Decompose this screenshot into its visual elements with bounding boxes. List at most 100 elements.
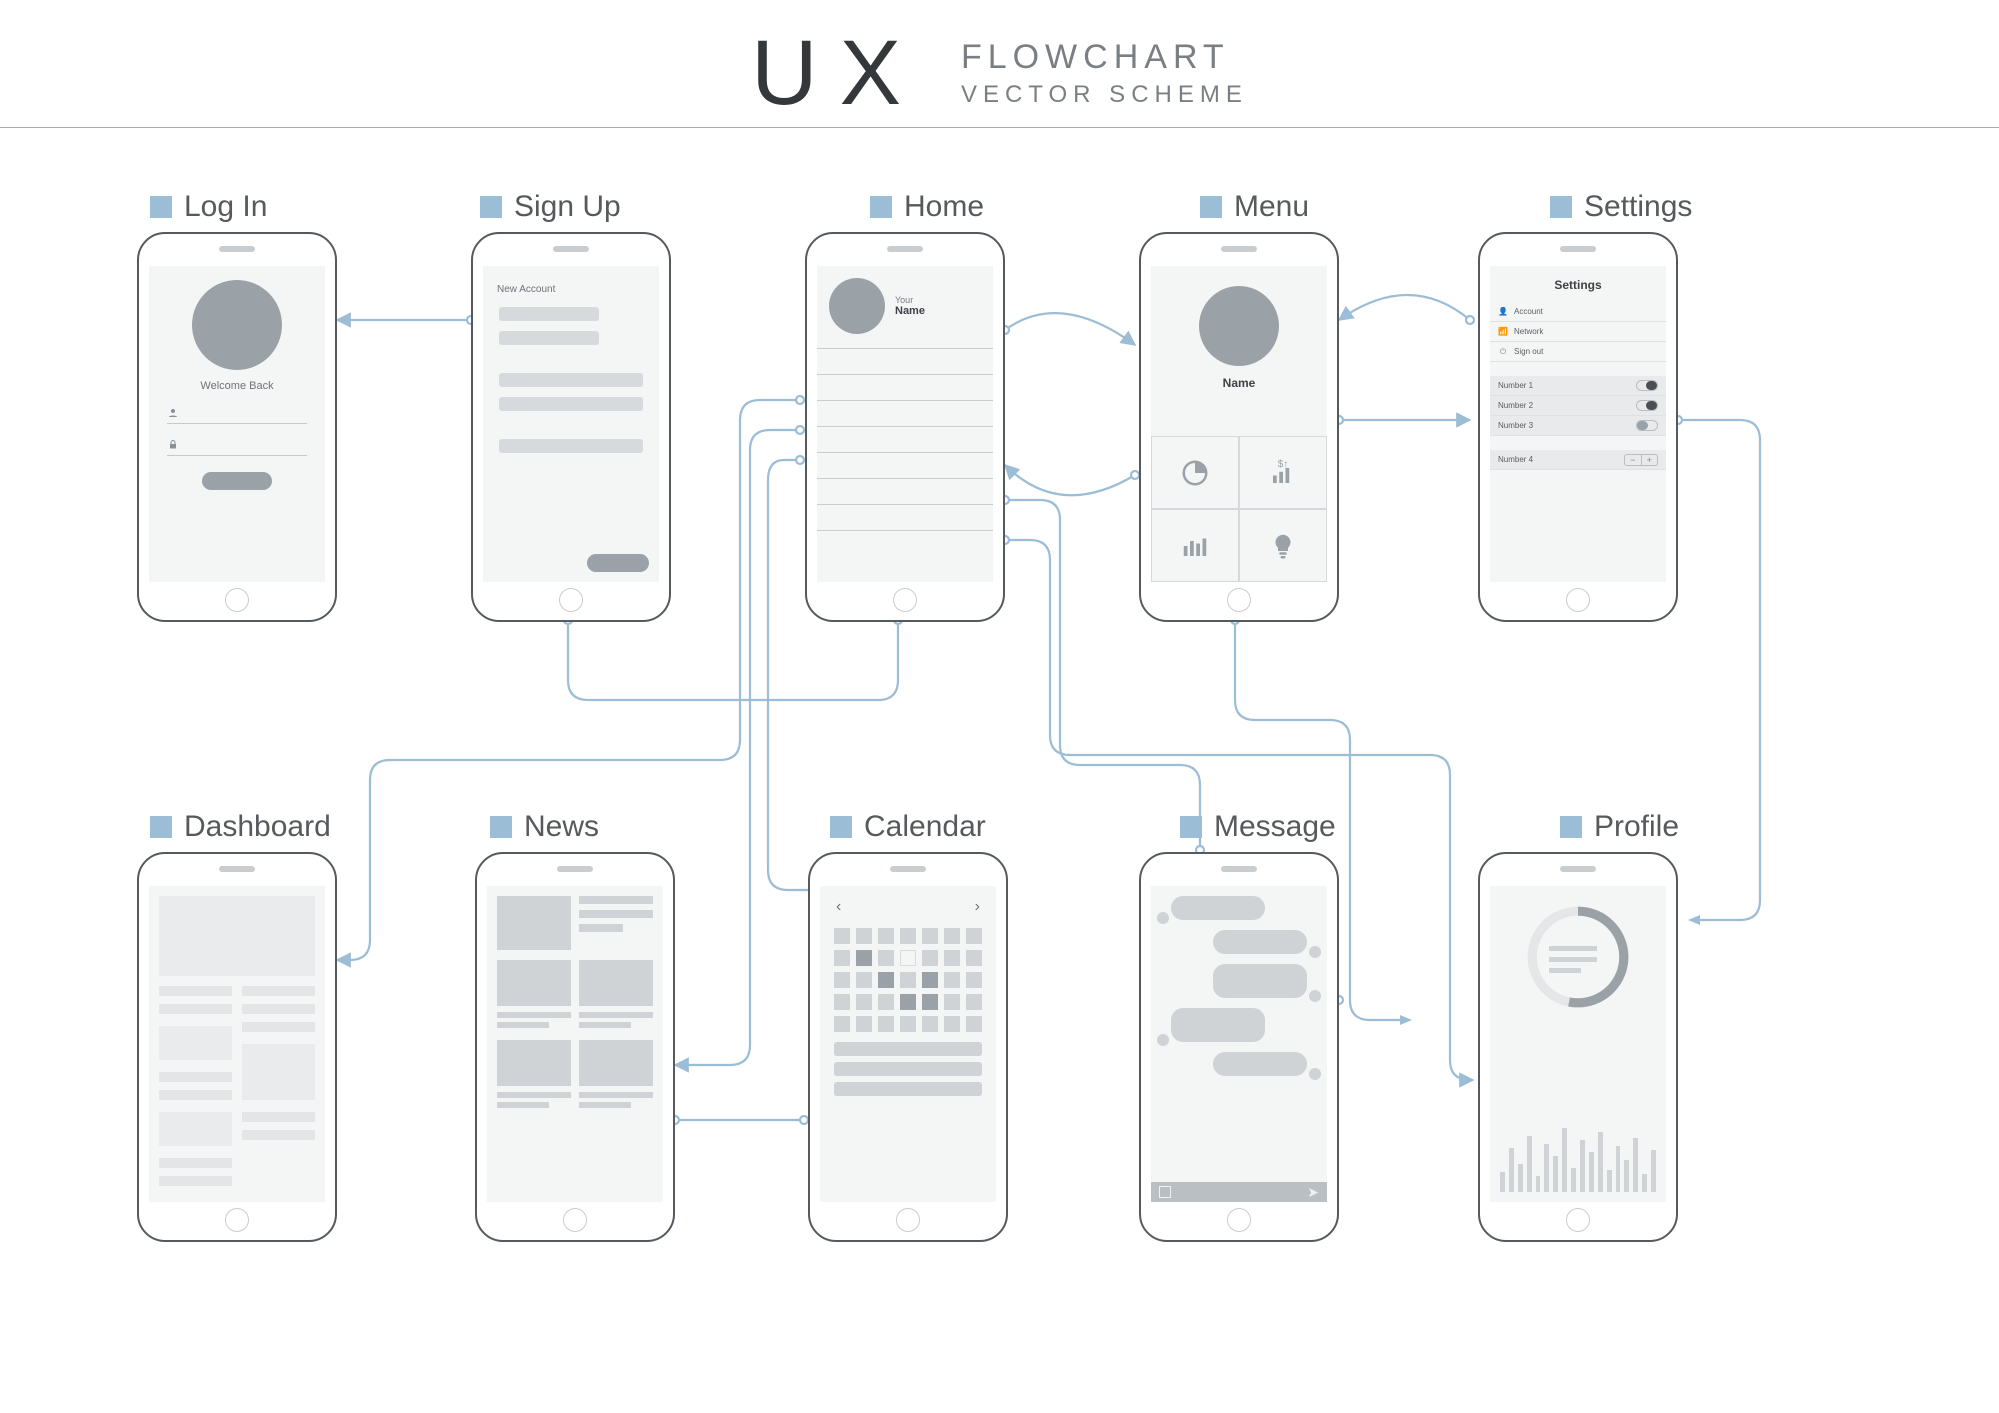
bullet-icon	[1180, 816, 1202, 838]
calendar-event[interactable]	[834, 1042, 982, 1056]
header-line2: VECTOR SCHEME	[961, 81, 1248, 109]
home-row[interactable]	[817, 375, 993, 401]
cap-news-text: News	[524, 810, 599, 844]
send-icon[interactable]: ➤	[1307, 1184, 1319, 1201]
image-placeholder	[497, 896, 571, 950]
toggle-icon[interactable]	[1636, 380, 1658, 391]
msg-out	[1213, 964, 1307, 998]
page-header: UX FLOWCHART VECTOR SCHEME	[0, 20, 1999, 128]
news-hero[interactable]	[497, 896, 653, 950]
news-tile[interactable]	[497, 960, 571, 1032]
bullet-icon	[150, 196, 172, 218]
profile-ring-chart	[1523, 902, 1633, 1012]
signup-field-2[interactable]	[499, 331, 599, 345]
cap-calendar-text: Calendar	[864, 810, 986, 844]
avatar-icon	[829, 278, 885, 334]
home-name: Name	[895, 305, 925, 317]
bars-icon	[1180, 531, 1210, 561]
chevron-left-icon[interactable]: ‹	[836, 898, 841, 916]
power-icon: ⏻	[1498, 347, 1508, 357]
toggle-icon[interactable]	[1636, 400, 1658, 411]
cap-signup-text: Sign Up	[514, 190, 621, 224]
lock-icon	[167, 439, 179, 451]
calendar-event[interactable]	[834, 1082, 982, 1096]
login-button[interactable]	[202, 472, 272, 490]
message-input-bar[interactable]: ➤	[1151, 1182, 1327, 1202]
signup-button[interactable]	[587, 554, 649, 572]
settings-toggle-label: Number 3	[1498, 421, 1533, 430]
cap-profile: Profile	[1560, 810, 1679, 844]
pie-icon	[1180, 458, 1210, 488]
home-header: Your Name	[817, 266, 993, 349]
cap-menu: Menu	[1200, 190, 1309, 224]
header-sub: FLOWCHART VECTOR SCHEME	[961, 38, 1248, 109]
cap-settings: Settings	[1550, 190, 1692, 224]
screen-menu: Name $↑	[1139, 232, 1339, 622]
cap-settings-text: Settings	[1584, 190, 1692, 224]
cap-calendar: Calendar	[830, 810, 986, 844]
signup-field-1[interactable]	[499, 307, 599, 321]
menu-tile-pie[interactable]	[1151, 436, 1239, 509]
news-tile[interactable]	[579, 960, 653, 1032]
dash-hero	[159, 896, 315, 976]
settings-toggle-3[interactable]: Number 3	[1490, 416, 1666, 436]
avatar-icon	[192, 280, 282, 370]
settings-toggle-1[interactable]: Number 1	[1490, 376, 1666, 396]
msg-in	[1171, 896, 1265, 920]
signup-title: New Account	[497, 284, 645, 295]
menu-tile-idea[interactable]	[1239, 509, 1327, 582]
settings-toggle-label: Number 2	[1498, 401, 1533, 410]
cap-message: Message	[1180, 810, 1336, 844]
bulb-icon	[1268, 531, 1298, 561]
settings-stepper[interactable]: Number 4−+	[1490, 450, 1666, 470]
calendar-nav: ‹ ›	[820, 886, 996, 924]
cap-login: Log In	[150, 190, 267, 224]
chevron-right-icon[interactable]: ›	[975, 898, 980, 916]
screen-message: ➤	[1139, 852, 1339, 1242]
wifi-icon: 📶	[1498, 327, 1508, 337]
settings-row-signout[interactable]: ⏻ Sign out	[1490, 342, 1666, 362]
password-field[interactable]	[167, 434, 307, 456]
bullet-icon	[490, 816, 512, 838]
bullet-icon	[870, 196, 892, 218]
msg-in	[1171, 1008, 1265, 1042]
settings-row-network[interactable]: 📶Network	[1490, 322, 1666, 342]
signup-field-3[interactable]	[499, 373, 643, 387]
signup-field-5[interactable]	[499, 439, 643, 453]
news-tile[interactable]	[497, 1040, 571, 1112]
home-your: Your	[895, 295, 925, 305]
stepper-icon[interactable]: −+	[1624, 454, 1658, 466]
home-row[interactable]	[817, 427, 993, 453]
home-row[interactable]	[817, 505, 993, 531]
attach-icon[interactable]	[1159, 1186, 1171, 1198]
settings-title: Settings	[1490, 266, 1666, 302]
dash-col-right	[242, 986, 315, 1186]
screen-home: Your Name	[805, 232, 1005, 622]
dash-col-left	[159, 986, 232, 1186]
toggle-icon[interactable]	[1636, 420, 1658, 431]
calendar-event[interactable]	[834, 1062, 982, 1076]
cap-message-text: Message	[1214, 810, 1336, 844]
menu-tile-growth[interactable]: $↑	[1239, 436, 1327, 509]
screen-settings: Settings 👤Account 📶Network ⏻ Sign out Num…	[1478, 232, 1678, 622]
home-row[interactable]	[817, 401, 993, 427]
signup-field-4[interactable]	[499, 397, 643, 411]
settings-row-label: Sign out	[1514, 347, 1543, 356]
user-icon	[167, 407, 179, 419]
calendar-grid[interactable]	[834, 928, 982, 1032]
header-ux: UX	[751, 21, 923, 126]
avatar-icon	[1199, 286, 1279, 366]
home-row[interactable]	[817, 453, 993, 479]
settings-row-account[interactable]: 👤Account	[1490, 302, 1666, 322]
cap-home-text: Home	[904, 190, 984, 224]
settings-toggle-2[interactable]: Number 2	[1490, 396, 1666, 416]
menu-tile-bars[interactable]	[1151, 509, 1239, 582]
screen-login: Welcome Back	[137, 232, 337, 622]
home-row[interactable]	[817, 479, 993, 505]
calendar-month	[906, 898, 910, 916]
home-row[interactable]	[817, 349, 993, 375]
username-field[interactable]	[167, 402, 307, 424]
bullet-icon	[1560, 816, 1582, 838]
news-tile[interactable]	[579, 1040, 653, 1112]
menu-name: Name	[1151, 376, 1327, 390]
